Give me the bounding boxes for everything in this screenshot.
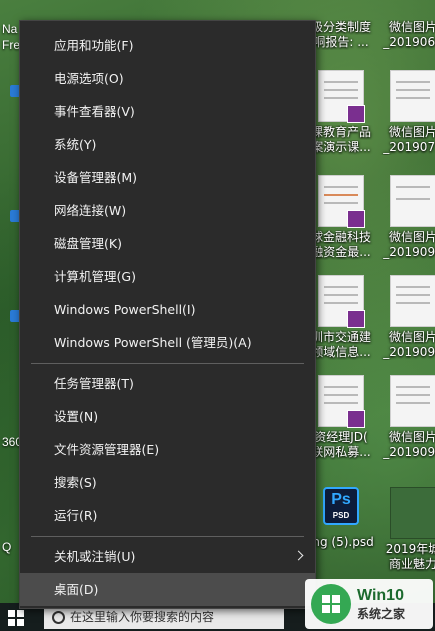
desktop-file-icon[interactable]: 2019年城 商业魅力 (378, 487, 435, 572)
file-label: 圳市交通建 (310, 330, 371, 344)
menu-item-event-viewer[interactable]: 事件查看器(V) (20, 95, 315, 128)
desktop-left-label: Na (2, 22, 18, 36)
desktop-left-label: Q (2, 540, 12, 554)
file-label: _2019090 (383, 245, 435, 259)
menu-item-settings[interactable]: 设置(N) (20, 400, 315, 433)
desktop-file-icon[interactable]: 微信图片 _2019060 (378, 20, 435, 50)
desktop-file-icon[interactable]: 微信图片 _2019090 (378, 175, 435, 260)
windows-logo-icon (311, 584, 351, 624)
file-label: 2019年城 (385, 542, 435, 556)
menu-item-run[interactable]: 运行(R) (20, 499, 315, 532)
file-label: 融资金最... (311, 245, 371, 259)
menu-item-search[interactable]: 搜索(S) (20, 466, 315, 499)
menu-item-computer-management[interactable]: 计算机管理(G) (20, 260, 315, 293)
menu-item-label: 关机或注销(U) (54, 549, 136, 564)
start-button-icon[interactable] (8, 610, 24, 626)
menu-item-file-explorer[interactable]: 文件资源管理器(E) (20, 433, 315, 466)
desktop-file-icon[interactable]: 微信图片 _2019090 (378, 275, 435, 360)
file-label: 联网私募... (311, 445, 371, 459)
file-label: 课教育产品 (310, 125, 371, 139)
win10-watermark-logo: Win10 系统之家 (305, 579, 433, 629)
file-label: 微信图片 (388, 20, 435, 34)
file-label: 球金融科技 (310, 230, 371, 244)
menu-item-power-options[interactable]: 电源选项(O) (20, 62, 315, 95)
desktop-file-icon[interactable]: Ps PSD mg (5).psd (306, 487, 376, 550)
menu-item-device-manager[interactable]: 设备管理器(M) (20, 161, 315, 194)
menu-item-system[interactable]: 系统(Y) (20, 128, 315, 161)
file-label: _2019090 (383, 345, 435, 359)
file-label: 哃报告: ... (313, 35, 369, 49)
menu-item-disk-management[interactable]: 磁盘管理(K) (20, 227, 315, 260)
image-thumbnail-icon (390, 175, 435, 227)
file-label: 案演示课... (311, 140, 371, 154)
image-thumbnail-icon (390, 375, 435, 427)
file-label: 微信图片 (388, 430, 435, 444)
file-label: 微信图片 (388, 125, 435, 139)
file-label: 领域信息... (311, 345, 371, 359)
file-label: 微信图片 (388, 230, 435, 244)
desktop-file-icon[interactable]: 资经理JD( 联网私募... (306, 375, 376, 460)
image-thumbnail-icon (390, 70, 435, 122)
menu-item-powershell-admin[interactable]: Windows PowerShell (管理员)(A) (20, 326, 315, 359)
file-label: 商业魅力 (388, 557, 435, 571)
menu-separator (31, 363, 304, 364)
desktop-file-icon[interactable]: 球金融科技 融资金最... (306, 175, 376, 260)
menu-item-powershell[interactable]: Windows PowerShell(I) (20, 293, 315, 326)
image-thumbnail-icon (390, 275, 435, 327)
menu-item-task-manager[interactable]: 任务管理器(T) (20, 367, 315, 400)
desktop-file-icon[interactable]: 级分类制度 哃报告: ... (306, 20, 376, 50)
desktop-file-icon[interactable]: 圳市交通建 领域信息... (306, 275, 376, 360)
menu-item-shutdown-or-signout[interactable]: 关机或注销(U) (20, 540, 315, 573)
image-thumbnail-icon (390, 487, 435, 539)
desktop-file-icon[interactable]: 课教育产品 案演示课... (306, 70, 376, 155)
chevron-right-icon (293, 550, 304, 561)
menu-separator (31, 536, 304, 537)
document-thumbnail-icon (318, 70, 365, 123)
watermark-title: Win10 (357, 586, 404, 604)
file-label: 微信图片 (388, 330, 435, 344)
document-thumbnail-icon (318, 275, 365, 328)
menu-item-desktop[interactable]: 桌面(D) (20, 573, 315, 606)
menu-item-network-connections[interactable]: 网络连接(W) (20, 194, 315, 227)
document-thumbnail-icon (318, 175, 365, 228)
menu-item-apps-and-features[interactable]: 应用和功能(F) (20, 29, 315, 62)
file-label: _2019060 (383, 35, 435, 49)
file-label: mg (5).psd (308, 535, 374, 549)
watermark-subtitle: 系统之家 (357, 606, 406, 621)
document-thumbnail-icon (318, 375, 365, 428)
photoshop-file-icon: Ps PSD (323, 487, 359, 525)
file-label: 级分类制度 (310, 20, 371, 34)
winx-context-menu: 应用和功能(F) 电源选项(O) 事件查看器(V) 系统(Y) 设备管理器(M)… (19, 20, 316, 609)
desktop-file-icon[interactable]: 微信图片 _2019090 (378, 375, 435, 460)
file-label: _2019090 (383, 445, 435, 459)
desktop-left-label: Fre (2, 38, 20, 52)
file-label: 资经理JD( (314, 430, 368, 444)
desktop-file-icon[interactable]: 微信图片 _2019071 (378, 70, 435, 155)
file-label: _2019071 (383, 140, 435, 154)
